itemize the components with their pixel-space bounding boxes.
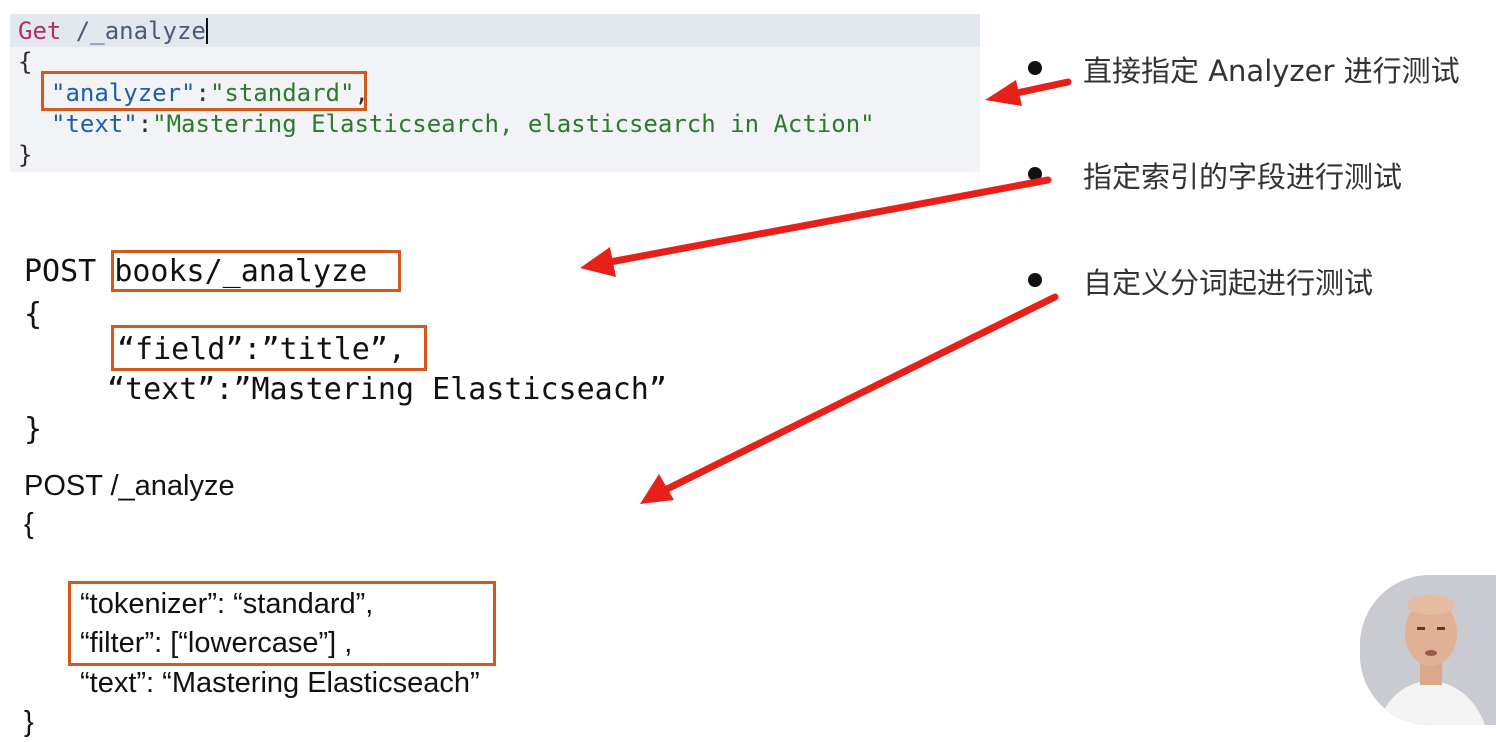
arrowhead-panel2 xyxy=(580,247,616,277)
presenter-video-thumbnail xyxy=(1360,575,1496,725)
annotation-arrows xyxy=(580,78,1072,504)
arrow-to-panel2 xyxy=(606,176,1052,266)
arrow-to-panel3 xyxy=(661,293,1059,494)
presenter-avatar-icon xyxy=(1360,575,1496,725)
arrow-to-panel1 xyxy=(1008,78,1072,98)
arrowhead-panel1 xyxy=(985,80,1022,106)
